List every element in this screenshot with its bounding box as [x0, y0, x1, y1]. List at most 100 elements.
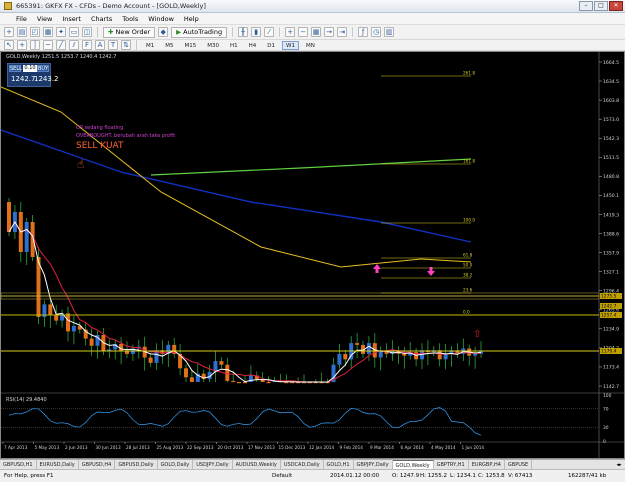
tab-audusd-weekly[interactable]: AUDUSD,Weekly — [233, 460, 281, 469]
vertical-line-icon[interactable]: │ — [30, 40, 40, 50]
drawing-toolbar: ↖ + │ ─ ╱ ⫽ F A T ⇅ M1 M5 M15 M30 H1 H4 … — [0, 40, 625, 51]
tab-usdjpy-daily[interactable]: USDJPY,Daily — [193, 460, 233, 469]
buy-button[interactable]: BUY — [37, 65, 49, 72]
chart-shift-icon[interactable]: ⇥ — [337, 27, 348, 37]
close-button[interactable]: ✕ — [609, 1, 623, 11]
tab-gold-h1[interactable]: GOLD,H1 — [324, 460, 354, 469]
maximize-button[interactable]: □ — [594, 1, 608, 11]
tab-usdcad-daily[interactable]: USDCAD,Daily — [281, 460, 324, 469]
tab-gold-daily[interactable]: GOLD,Daily — [158, 460, 194, 469]
indicators-icon[interactable]: ƒ — [358, 27, 369, 37]
menu-help[interactable]: Help — [184, 15, 199, 23]
sell-arrow-icon — [427, 267, 435, 276]
candlestick-icon[interactable]: ▮ — [251, 27, 262, 37]
annotation-floating: OP sedang floating — [76, 125, 123, 131]
templates-icon[interactable]: ▥ — [384, 27, 395, 37]
tab-eurusd-daily[interactable]: EURUSD,Daily — [37, 460, 79, 469]
tab-scroll-arrows[interactable]: ◂▸ — [613, 460, 625, 469]
label-icon[interactable]: T — [108, 40, 118, 50]
bar-chart-icon[interactable]: ╫ — [238, 27, 249, 37]
autoscroll-icon[interactable]: → — [324, 27, 335, 37]
menu-insert[interactable]: Insert — [62, 15, 81, 23]
metaeditor-icon[interactable]: ◆ — [158, 27, 169, 37]
cursor-icon[interactable]: ↖ — [4, 40, 14, 50]
one-click-trading-panel: SELL 0.10 BUY 1242.7 1243.2 — [7, 63, 59, 87]
new-order-button[interactable]: ✚ New Order — [103, 26, 156, 38]
crosshair-icon[interactable]: + — [17, 40, 27, 50]
candle-body — [237, 382, 242, 384]
trendline-icon[interactable]: ╱ — [56, 40, 66, 50]
timeframe-w1[interactable]: W1 — [282, 40, 299, 50]
autotrading-button[interactable]: ▶ AutoTrading — [171, 26, 228, 38]
tester-icon[interactable]: ◫ — [82, 27, 92, 37]
price-tick-label: 1234.9 — [603, 327, 619, 333]
standard-toolbar: + ▤ ◰ ▦ ✦ ▭ ◫ ✚ New Order ◆ ▶ AutoTradin… — [0, 25, 625, 40]
candle-body — [189, 377, 194, 382]
annotation-overbought: OVERBOUGHT..berubah arah take profit — [76, 133, 175, 139]
timeframe-m1[interactable]: M1 — [142, 41, 158, 50]
date-tick-label: 1 Jun 2014 — [462, 445, 485, 450]
terminal-icon[interactable]: ▭ — [69, 27, 79, 37]
tab-gbpjpy-daily[interactable]: GBPJPY,Daily — [354, 460, 393, 469]
channel-icon[interactable]: ⫽ — [69, 40, 79, 50]
timeframe-h4[interactable]: H4 — [245, 41, 261, 50]
menu-file[interactable]: File — [16, 15, 27, 23]
rsi-scale-label: 70 — [603, 407, 609, 413]
zoom-in-icon[interactable]: + — [285, 27, 296, 37]
periods-icon[interactable]: ◷ — [371, 27, 382, 37]
zoom-out-icon[interactable]: − — [298, 27, 309, 37]
price-tick-label: 1450.1 — [603, 193, 619, 199]
chart-window[interactable]: 1664.5 1634.5 1603.8 1573.0 1542.3 1511.5 1480… — [0, 51, 625, 459]
horizontal-line-icon[interactable]: ─ — [43, 40, 53, 50]
fibonacci-icon[interactable]: F — [82, 40, 92, 50]
tab-gbpusd-h4[interactable]: GBPUSD,H4 — [79, 460, 116, 469]
arrows-icon[interactable]: ⇅ — [121, 40, 131, 50]
minimize-button[interactable]: – — [579, 1, 593, 11]
price-tick-label: 1173.4 — [603, 365, 619, 371]
new-chart-icon[interactable]: + — [4, 27, 14, 37]
status-high: H: 1255.2 — [420, 473, 447, 479]
sell-button[interactable]: SELL — [9, 65, 22, 72]
tab-gbpusd-daily[interactable]: GBPUSD,Daily — [115, 460, 158, 469]
ask-price: 1243.2 — [34, 75, 59, 83]
menu-window[interactable]: Window — [148, 15, 174, 23]
status-profile: Default — [272, 473, 293, 479]
status-close: C: 1253.8 — [478, 473, 505, 479]
candle-body — [402, 353, 407, 356]
tab-gold-weekly[interactable]: GOLD,Weekly — [392, 460, 434, 469]
date-tick-label: 9 Mar 2014 — [370, 445, 394, 450]
tab-eurgbp-h4[interactable]: EURGBP,H4 — [469, 460, 505, 469]
menu-charts[interactable]: Charts — [91, 15, 112, 23]
menu-tools[interactable]: Tools — [122, 15, 138, 23]
date-tick-label: 12 Jan 2014 — [309, 445, 334, 450]
text-icon[interactable]: A — [95, 40, 105, 50]
timeframe-d1[interactable]: D1 — [263, 41, 279, 50]
candle-body — [266, 382, 271, 384]
candle-body — [71, 326, 76, 332]
price-tick-label: 1573.0 — [603, 117, 619, 123]
timeframe-m30[interactable]: M30 — [203, 41, 223, 50]
market-watch-icon[interactable]: ◰ — [30, 27, 40, 37]
timeframe-m15[interactable]: M15 — [181, 41, 201, 50]
navigator-icon[interactable]: ✦ — [56, 27, 66, 37]
tab-gbpuse[interactable]: GBPUSE — [505, 460, 533, 469]
tab-gbpusd-h1[interactable]: GBPUSD,H1 — [0, 460, 37, 469]
lots-input[interactable]: 0.10 — [23, 65, 37, 72]
candle-body — [148, 357, 153, 363]
price-tick-label: 1357.9 — [603, 250, 619, 256]
data-window-icon[interactable]: ▦ — [43, 27, 53, 37]
candle-body — [7, 202, 11, 232]
line-chart-icon[interactable]: ⁄ — [264, 27, 275, 37]
tile-icon[interactable]: ▦ — [311, 27, 322, 37]
timeframe-m5[interactable]: M5 — [161, 41, 177, 50]
tab-gbptry-h1[interactable]: GBPTRY,H1 — [434, 460, 469, 469]
timeframe-mn[interactable]: MN — [302, 41, 319, 50]
date-tick-label: 9 Feb 2014 — [340, 445, 364, 450]
chart-canvas[interactable]: 1664.5 1634.5 1603.8 1573.0 1542.3 1511.5 1480… — [1, 52, 624, 458]
profiles-icon[interactable]: ▤ — [17, 27, 27, 37]
price-tick-label: 1511.5 — [603, 155, 619, 161]
price-tag-label: 1242.7 — [601, 304, 617, 310]
timeframe-h1[interactable]: H1 — [226, 41, 242, 50]
date-tick-label: 25 Aug 2013 — [157, 445, 184, 450]
menu-view[interactable]: View — [37, 15, 52, 23]
